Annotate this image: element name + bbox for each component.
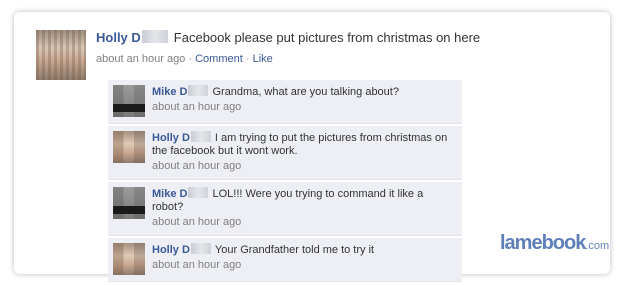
post-text: Facebook please put pictures from christ… <box>173 30 481 45</box>
comment-timestamp[interactable]: about an hour ago <box>152 258 456 272</box>
comment-timestamp[interactable]: about an hour ago <box>152 159 456 173</box>
censor-block <box>190 131 211 142</box>
comment-text: Your Grandfather told me to try it <box>214 244 375 256</box>
avatar[interactable] <box>113 85 145 117</box>
post-meta: about an hour ago · Comment · Like <box>96 52 596 66</box>
comment-item: Holly D Your Grandfather told me to try i… <box>108 238 462 282</box>
comment-author-name[interactable]: Holly D <box>152 244 190 256</box>
post-author-name[interactable]: Holly D <box>96 30 141 45</box>
avatar[interactable] <box>113 131 145 163</box>
avatar[interactable] <box>36 30 86 80</box>
lamebook-watermark: lamebook.com <box>500 232 609 255</box>
comment-item: Mike D Grandma, what are you talking abou… <box>108 80 462 124</box>
comment-timestamp[interactable]: about an hour ago <box>152 215 456 229</box>
post-line: Holly D Facebook please put pictures from… <box>96 30 596 46</box>
censor-block <box>190 243 211 254</box>
comment-item: Mike D LOL!!! Were you trying to command … <box>108 182 462 236</box>
comment-author-name[interactable]: Holly D <box>152 132 190 144</box>
censor-block <box>141 30 168 43</box>
comment-author-name[interactable]: Mike D <box>152 188 187 200</box>
comment-list: Mike D Grandma, what are you talking abou… <box>108 80 462 284</box>
watermark-brand: lamebook <box>500 232 586 254</box>
avatar[interactable] <box>113 243 145 275</box>
comment-text: Grandma, what are you talking about? <box>212 86 399 98</box>
comment-link[interactable]: Comment <box>195 53 243 65</box>
like-link[interactable]: Like <box>253 53 273 65</box>
avatar[interactable] <box>113 187 145 219</box>
status-post: Holly D Facebook please put pictures from… <box>96 30 596 66</box>
comment-item: Holly DI am trying to put the pictures f… <box>108 126 462 180</box>
watermark-suffix: .com <box>585 240 610 252</box>
comment-author-name[interactable]: Mike D <box>152 86 187 98</box>
separator: · <box>188 53 193 65</box>
censor-block <box>188 187 209 198</box>
post-timestamp[interactable]: about an hour ago <box>96 53 185 65</box>
censor-block <box>188 85 209 96</box>
separator: · <box>245 53 250 65</box>
comment-timestamp[interactable]: about an hour ago <box>152 100 456 114</box>
